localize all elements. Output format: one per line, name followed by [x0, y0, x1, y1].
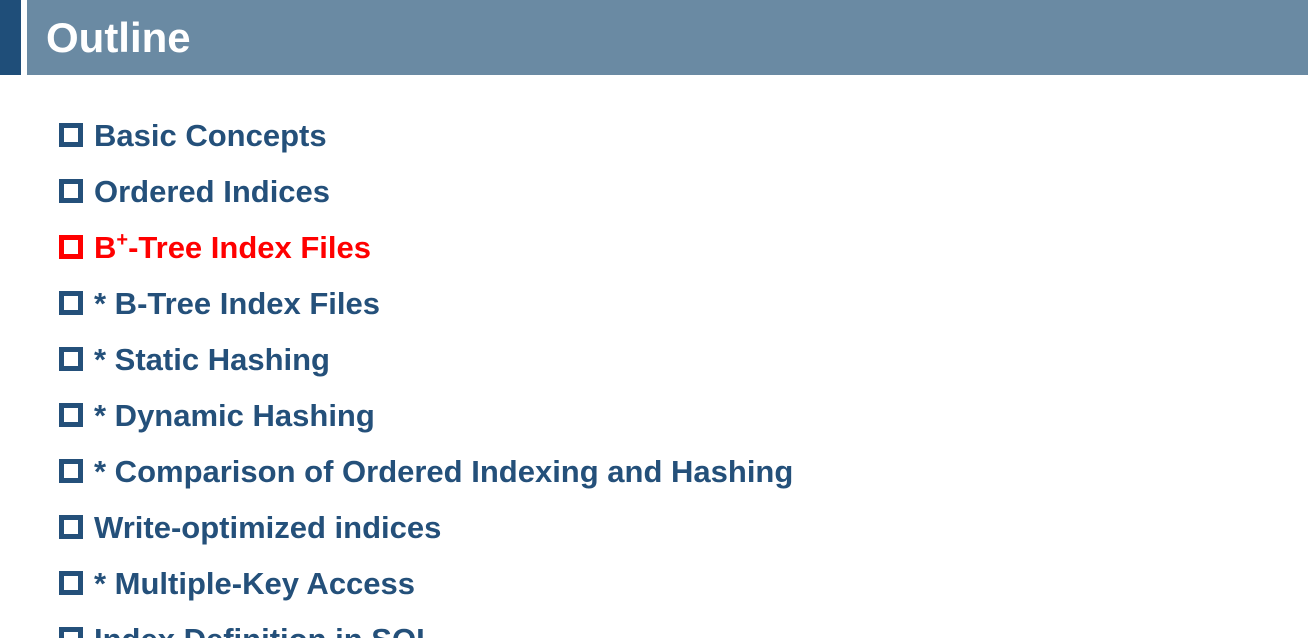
outline-item-bplus-tree-index-files: B+-Tree Index Files: [59, 220, 793, 276]
label-suffix: -Tree Index Files: [128, 230, 372, 265]
outline-item-label: * Comparison of Ordered Indexing and Has…: [94, 454, 794, 489]
outline-item-static-hashing: * Static Hashing: [59, 332, 793, 388]
outline-list: Basic Concepts Ordered Indices B+-Tree I…: [59, 108, 793, 638]
outline-item-comparison: * Comparison of Ordered Indexing and Has…: [59, 444, 793, 500]
outline-item-index-definition-sql: Index Definition in SQL: [59, 612, 793, 638]
outline-item-label: Write-optimized indices: [94, 510, 442, 545]
outline-item-dynamic-hashing: * Dynamic Hashing: [59, 388, 793, 444]
outline-item-label-current: B+-Tree Index Files: [94, 230, 371, 266]
outline-item-label: Basic Concepts: [94, 118, 327, 153]
outline-item-label: Ordered Indices: [94, 174, 331, 209]
outline-item-label: * Multiple-Key Access: [94, 566, 416, 601]
slide: Outline Basic Concepts Ordered Indices B…: [0, 0, 1308, 638]
square-bullet-icon: [59, 403, 83, 427]
square-bullet-icon: [59, 347, 83, 371]
title-bar: Outline: [27, 0, 1308, 75]
square-bullet-icon: [59, 291, 83, 315]
outline-item-label: * Static Hashing: [94, 342, 330, 377]
outline-item-label: * B-Tree Index Files: [94, 286, 380, 321]
square-bullet-icon: [59, 235, 83, 259]
outline-item-ordered-indices: Ordered Indices: [59, 164, 793, 220]
outline-item-write-optimized: Write-optimized indices: [59, 500, 793, 556]
square-bullet-icon: [59, 515, 83, 539]
page-title: Outline: [46, 14, 191, 61]
outline-item-b-tree-index-files: * B-Tree Index Files: [59, 276, 793, 332]
square-bullet-icon: [59, 627, 83, 638]
square-bullet-icon: [59, 123, 83, 147]
outline-item-label: * Dynamic Hashing: [94, 398, 375, 433]
label-prefix: B: [94, 230, 117, 265]
outline-item-basic-concepts: Basic Concepts: [59, 108, 793, 164]
square-bullet-icon: [59, 459, 83, 483]
label-superscript: +: [116, 229, 129, 251]
outline-item-label: Index Definition in SQL: [94, 622, 435, 638]
square-bullet-icon: [59, 179, 83, 203]
square-bullet-icon: [59, 571, 83, 595]
outline-item-multiple-key-access: * Multiple-Key Access: [59, 556, 793, 612]
title-accent-bar: [0, 0, 21, 75]
